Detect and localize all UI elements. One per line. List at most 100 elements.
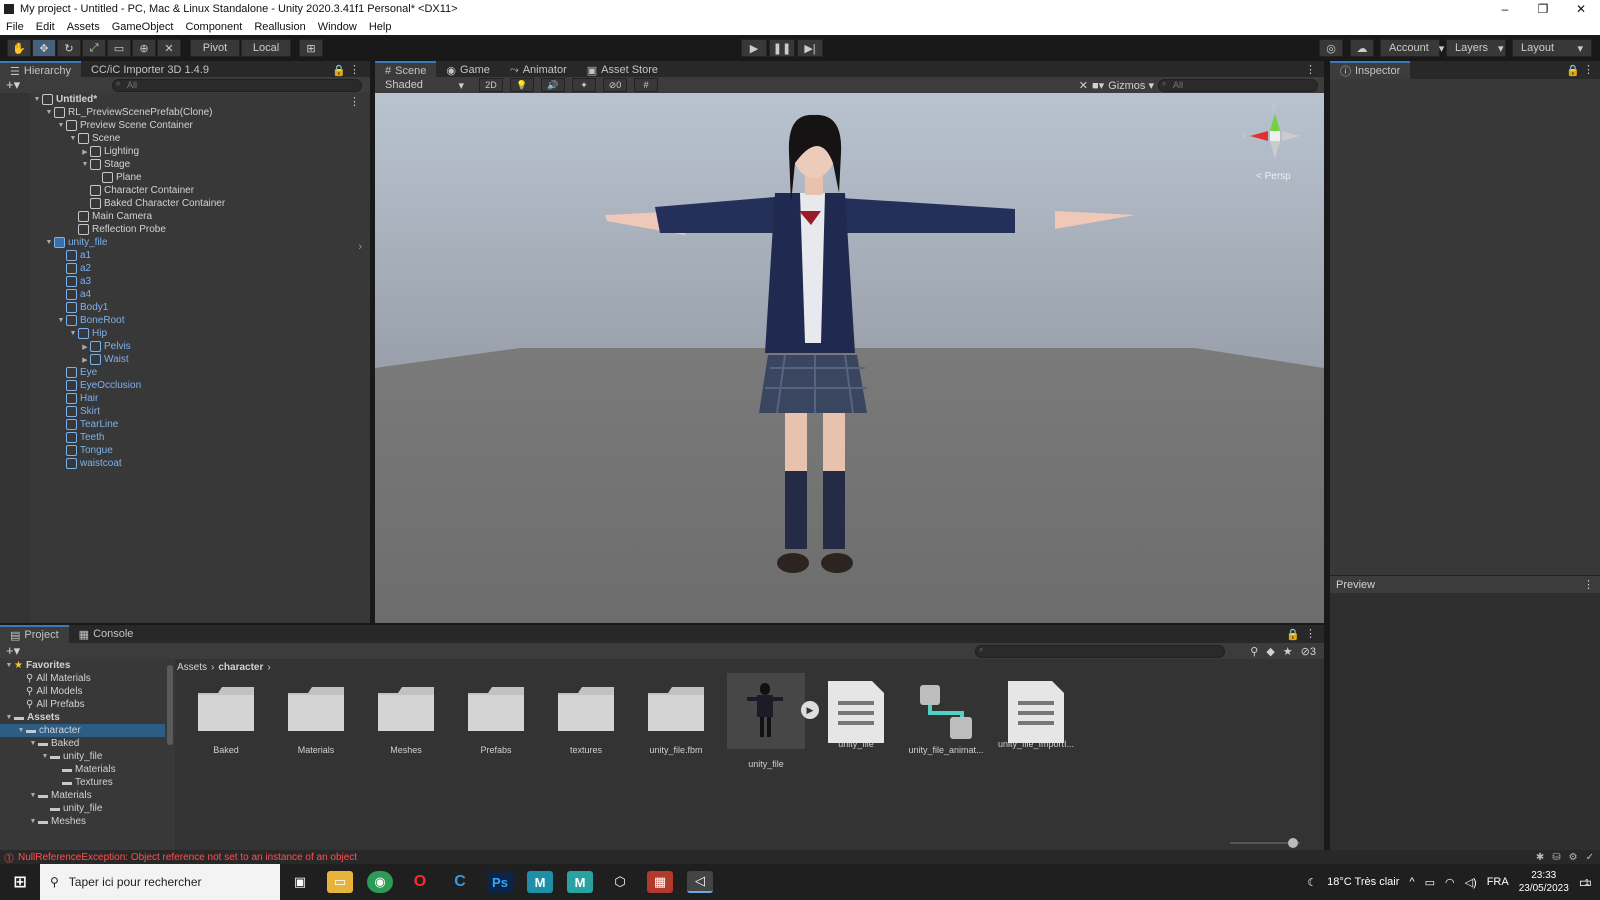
filter-by-type-icon[interactable]: ⚲ — [1250, 645, 1258, 658]
expand-arrow-icon[interactable]: ▼ — [4, 662, 14, 669]
custom-tool-icon[interactable]: ✕ — [157, 39, 181, 57]
menu-assets[interactable]: Assets — [61, 21, 106, 33]
step-button[interactable]: ▶| — [797, 39, 823, 57]
hierarchy-item[interactable]: ▶ Lighting — [80, 145, 139, 158]
auto-generate-icon[interactable]: ⚙ — [1569, 852, 1578, 863]
audio-toggle-icon[interactable]: 🔊 — [541, 78, 565, 92]
kebab-menu-icon[interactable]: ⋮ — [1305, 627, 1316, 640]
scene-search-input[interactable]: ⌕ All — [1158, 78, 1318, 92]
orientation-gizmo[interactable]: y x < Persp — [1240, 101, 1310, 182]
layers-dropdown[interactable]: Layers ▾ — [1446, 39, 1506, 57]
neg-y-axis-cone[interactable] — [1270, 141, 1280, 159]
project-tree-item[interactable]: ▼ ▬ Materials — [0, 789, 165, 802]
hierarchy-item[interactable]: ▼ Preview Scene Container — [56, 119, 193, 132]
wifi-icon[interactable]: ◠ — [1445, 876, 1455, 889]
photoshop-icon[interactable]: Ps — [487, 871, 513, 893]
asset-item[interactable]: unity_file — [811, 681, 901, 749]
kebab-menu-icon[interactable]: ⋮ — [1583, 63, 1594, 76]
breadcrumb-assets[interactable]: Assets — [177, 662, 207, 673]
winrar-icon[interactable]: ▦ — [647, 871, 673, 893]
center-cube[interactable] — [1270, 131, 1280, 141]
pivot-toggle[interactable]: Pivot — [190, 39, 240, 57]
task-view-icon[interactable]: ▣ — [287, 871, 313, 893]
project-tree-item[interactable]: ▼ ▬ Baked — [0, 737, 165, 750]
chevron-up-icon[interactable]: ^ — [1409, 876, 1414, 888]
status-bar[interactable]: ⓵ NullReferenceException: Object referen… — [0, 850, 1600, 865]
collapse-arrow-icon[interactable]: ▶ — [80, 148, 90, 156]
breadcrumb-character[interactable]: character — [218, 662, 263, 673]
minimize-icon[interactable]: – — [1486, 0, 1524, 18]
project-tree-item[interactable]: ▬ Materials — [0, 763, 165, 776]
chevron-right-icon[interactable]: › — [358, 241, 362, 253]
maximize-icon[interactable]: ❐ — [1524, 0, 1562, 18]
project-tree-item[interactable]: ▼ ▬ unity_file — [0, 750, 165, 763]
asset-item[interactable]: Materials — [271, 683, 361, 755]
x-axis-cone[interactable] — [1250, 131, 1268, 141]
project-tree-item[interactable]: ▬ Textures — [0, 776, 165, 789]
expand-arrow-icon[interactable]: ▼ — [28, 740, 38, 747]
opera-icon[interactable]: O — [407, 871, 433, 893]
asset-item[interactable]: unity_file_animat... — [901, 683, 991, 755]
hierarchy-item[interactable]: Character Container — [80, 184, 194, 197]
hierarchy-item[interactable]: Baked Character Container — [80, 197, 225, 210]
hidden-packages-toggle[interactable]: ⊘3 — [1301, 645, 1316, 658]
language-indicator[interactable]: FRA — [1487, 876, 1509, 888]
asset-item[interactable]: Baked — [181, 683, 271, 755]
hand-tool-icon[interactable]: ✋ — [7, 39, 31, 57]
unity-hub-icon[interactable]: ⬡ — [607, 871, 633, 893]
camera-icon[interactable]: ■▾ — [1092, 79, 1104, 92]
expand-arrow-icon[interactable]: ▼ — [80, 161, 90, 168]
project-tree-item[interactable]: ⚲ All Models — [0, 685, 165, 698]
move-tool-icon[interactable]: ✥ — [32, 39, 56, 57]
tools-icon[interactable]: ✕ — [1079, 79, 1088, 92]
asset-item[interactable]: Meshes — [361, 683, 451, 755]
scene-menu-icon[interactable]: ⋮ — [349, 95, 360, 108]
expand-arrow-icon[interactable]: ▼ — [44, 239, 54, 246]
expand-arrow-icon[interactable]: ▼ — [56, 317, 66, 324]
hierarchy-item[interactable]: a2 — [56, 262, 91, 275]
scene-viewport[interactable]: y x < Persp — [375, 93, 1324, 623]
hierarchy-item[interactable]: Hair — [56, 392, 98, 405]
hierarchy-item[interactable]: Reflection Probe — [68, 223, 166, 236]
hierarchy-item[interactable]: Tongue — [56, 444, 113, 457]
expand-arrow-icon[interactable]: ▼ — [44, 109, 54, 116]
menu-component[interactable]: Component — [179, 21, 248, 33]
menu-reallusion[interactable]: Reallusion — [248, 21, 311, 33]
filter-by-label-icon[interactable]: ◆ — [1266, 645, 1274, 658]
lock-icon[interactable]: 🔒 — [1286, 628, 1300, 641]
expand-arrow-icon[interactable]: ▼ — [40, 753, 50, 760]
project-tree-item[interactable]: ⚲ All Prefabs — [0, 698, 165, 711]
hidden-objects-toggle[interactable]: ⊘ 0 — [603, 78, 627, 92]
project-tree-item[interactable]: ▼ ★ Favorites — [0, 659, 165, 672]
hierarchy-item[interactable]: ▼ unity_file — [44, 236, 107, 249]
layout-dropdown[interactable]: Layout ▾ — [1512, 39, 1592, 57]
add-icon[interactable]: +▾ — [6, 643, 20, 659]
tab-project[interactable]: ▤ Project — [0, 625, 69, 643]
file-explorer-icon[interactable]: ▭ — [327, 871, 353, 893]
asset-item[interactable]: ▶ unity_file — [721, 673, 819, 769]
asset-item[interactable]: unity_file.fbm — [631, 683, 721, 755]
lock-icon[interactable]: 🔒 — [332, 64, 346, 77]
menu-window[interactable]: Window — [312, 21, 363, 33]
gizmos-dropdown[interactable]: Gizmos ▾ — [1108, 79, 1154, 92]
expand-arrow-icon[interactable]: ▼ — [68, 135, 78, 142]
collab-icon[interactable]: ◎ — [1319, 39, 1343, 57]
menu-help[interactable]: Help — [363, 21, 398, 33]
hierarchy-item[interactable]: ▼ Stage — [80, 158, 130, 171]
expand-arrow-icon[interactable]: ▼ — [56, 122, 66, 129]
chrome-icon[interactable]: ◉ — [367, 871, 393, 893]
transform-tool-icon[interactable]: ⊕ — [132, 39, 156, 57]
expand-arrow-icon[interactable]: ▼ — [16, 727, 26, 734]
expand-arrow-icon[interactable]: ▼ — [32, 96, 42, 103]
asset-item[interactable]: unity_file_ImportI... — [991, 681, 1081, 749]
hierarchy-item[interactable]: Plane — [92, 171, 142, 184]
2d-toggle[interactable]: 2D — [479, 78, 503, 92]
hierarchy-item[interactable]: Skirt — [56, 405, 100, 418]
project-tree-item[interactable]: ▼ ▬ Assets — [0, 711, 165, 724]
shading-mode-dropdown[interactable]: Shaded ▾ — [377, 77, 472, 93]
hierarchy-item[interactable]: EyeOcclusion — [56, 379, 141, 392]
expand-arrow-icon[interactable]: ▼ — [68, 330, 78, 337]
lighting-toggle-icon[interactable]: 💡 — [510, 78, 534, 92]
expand-arrow-icon[interactable]: ▼ — [4, 714, 14, 721]
asset-item[interactable]: Prefabs — [451, 683, 541, 755]
